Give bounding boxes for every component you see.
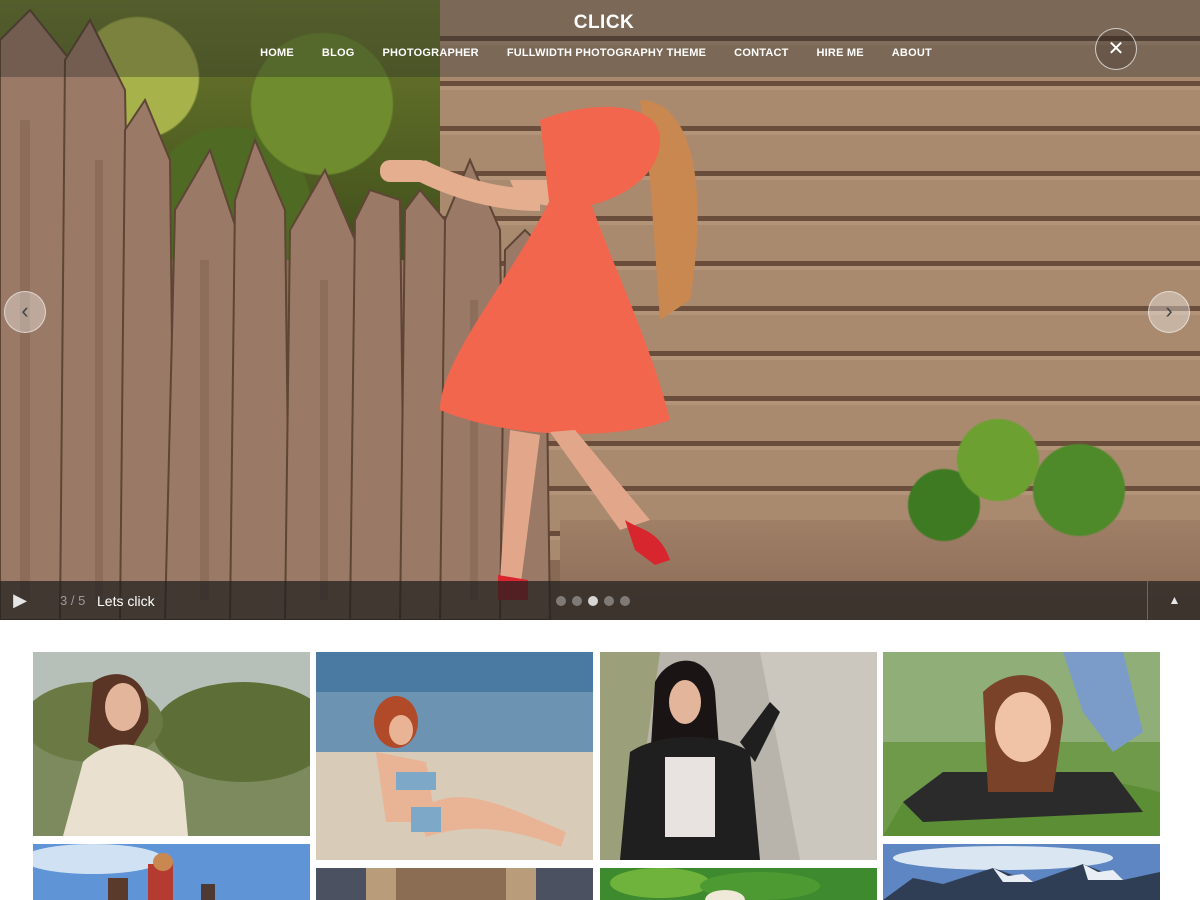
gallery-photo-people-sky[interactable]: [33, 844, 310, 900]
gallery-photo-snowy-mountains[interactable]: [883, 844, 1160, 900]
slide-dots: [556, 596, 630, 606]
nav-item-photographer[interactable]: PHOTOGRAPHER: [369, 47, 493, 59]
model-in-red-dress: [380, 100, 698, 600]
slide-dot-3-active[interactable]: [588, 596, 598, 606]
play-button[interactable]: ▶: [0, 581, 40, 620]
nav-item-about[interactable]: ABOUT: [878, 47, 946, 59]
gallery-photo-green-foliage[interactable]: [600, 868, 877, 900]
chevron-right-icon: ›: [1165, 298, 1173, 323]
nav-item-home[interactable]: HOME: [246, 47, 308, 59]
gallery-photo-woman-in-shawl[interactable]: [33, 652, 310, 836]
caret-up-icon: ▲: [1168, 593, 1181, 607]
chevron-left-icon: ‹: [21, 298, 29, 323]
next-slide-button[interactable]: ›: [1148, 291, 1190, 333]
nav-item-blog[interactable]: BLOG: [308, 47, 369, 59]
slide-counter: 3 / 5: [60, 593, 86, 608]
site-title[interactable]: CLICK: [0, 12, 1200, 34]
top-navigation-bar: CLICK HOME BLOG PHOTOGRAPHER FULLWIDTH P…: [0, 0, 1200, 77]
nav-item-contact[interactable]: CONTACT: [720, 47, 802, 59]
slide-caption: Lets click: [97, 593, 155, 609]
gallery-photo-beach-pinup[interactable]: [316, 652, 593, 860]
hero-slider: CLICK HOME BLOG PHOTOGRAPHER FULLWIDTH P…: [0, 0, 1200, 620]
gallery-photo-woman-in-grass[interactable]: [883, 652, 1160, 836]
green-plant: [890, 400, 1160, 550]
photo-gallery: [0, 620, 1200, 900]
gallery-photo-leather-jacket[interactable]: [600, 652, 877, 860]
close-icon: ✕: [1107, 38, 1125, 60]
gallery-photo-long-hair[interactable]: [316, 868, 593, 900]
main-menu: HOME BLOG PHOTOGRAPHER FULLWIDTH PHOTOGR…: [0, 47, 1192, 59]
slide-dot-4[interactable]: [604, 596, 614, 606]
slide-dot-2[interactable]: [572, 596, 582, 606]
play-icon: ▶: [13, 590, 27, 610]
slide-dot-1[interactable]: [556, 596, 566, 606]
toggle-slider-button[interactable]: ▲: [1147, 581, 1200, 620]
nav-item-fullwidth-photography-theme[interactable]: FULLWIDTH PHOTOGRAPHY THEME: [493, 47, 720, 59]
previous-slide-button[interactable]: ‹: [4, 291, 46, 333]
slide-dot-5[interactable]: [620, 596, 630, 606]
nav-item-hire-me[interactable]: HIRE ME: [803, 47, 878, 59]
close-button[interactable]: ✕: [1095, 28, 1137, 70]
